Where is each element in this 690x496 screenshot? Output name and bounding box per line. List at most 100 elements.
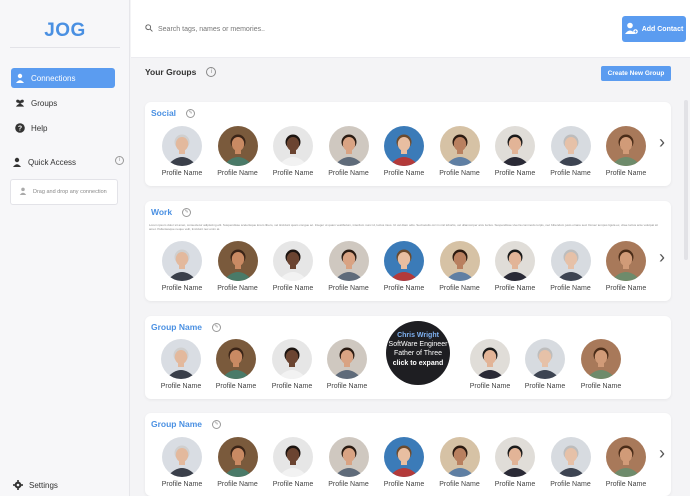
sidebar-item-help[interactable]: ? Help (11, 118, 115, 138)
avatar[interactable] (217, 241, 258, 281)
profile-card[interactable]: Profile Name (156, 241, 208, 292)
avatar[interactable] (550, 241, 591, 281)
profile-card[interactable]: Profile Name (212, 437, 264, 488)
avatar[interactable] (606, 241, 646, 281)
sidebar-item-connections[interactable]: Connections (11, 68, 115, 88)
quick-access-dropzone[interactable]: Drag and drop any connection (10, 179, 118, 205)
settings-button[interactable]: Settings (13, 480, 58, 490)
avatar[interactable] (162, 126, 202, 166)
avatar[interactable] (273, 437, 313, 477)
avatar[interactable] (470, 339, 510, 379)
avatar[interactable] (606, 126, 646, 166)
profile-card[interactable]: Profile Name (267, 437, 319, 488)
app-logo[interactable]: JOG (0, 20, 130, 42)
profile-card[interactable]: Profile Name (600, 126, 652, 177)
profile-card[interactable]: Profile Name (489, 126, 541, 177)
profile-card[interactable]: Profile Name (434, 241, 486, 292)
avatar[interactable] (272, 339, 312, 379)
profile-card[interactable]: Profile Name (434, 437, 486, 488)
profile-card[interactable]: Profile Name (545, 241, 597, 292)
profile-name: Profile Name (217, 285, 258, 292)
edit-icon[interactable]: ✎ (212, 322, 222, 332)
avatar[interactable] (161, 339, 201, 379)
avatar[interactable] (439, 437, 480, 477)
avatar[interactable] (581, 339, 621, 379)
profile-name: Profile Name (272, 481, 314, 488)
profile-card[interactable]: Profile Name (323, 241, 375, 292)
avatar[interactable] (439, 126, 480, 166)
profile-card[interactable]: Profile Name (267, 126, 319, 177)
edit-icon[interactable]: ✎ (186, 108, 196, 118)
avatar[interactable] (162, 437, 202, 477)
avatar[interactable] (328, 126, 369, 166)
users-icon (15, 98, 25, 108)
profile-card[interactable]: Profile Name (323, 126, 375, 177)
profile-card[interactable]: Profile Name (600, 437, 652, 488)
profile-card[interactable]: Profile Name (519, 339, 571, 390)
profile-card[interactable]: Profile Name (210, 339, 262, 390)
profile-card[interactable]: Profile Name (323, 437, 375, 488)
avatar[interactable] (439, 241, 480, 281)
add-contact-button[interactable]: Add Contact (622, 16, 686, 42)
profile-card[interactable]: Profile Name (545, 437, 597, 488)
profile-card[interactable]: Profile Name (378, 241, 430, 292)
profile-card[interactable]: Profile Name (156, 126, 208, 177)
profile-name: Profile Name (383, 170, 425, 177)
profile-card[interactable]: Profile Name (489, 241, 541, 292)
profile-card[interactable]: Profile Name (212, 241, 264, 292)
avatar[interactable] (328, 241, 369, 281)
group-title-text: Group Name (151, 322, 203, 332)
profile-card[interactable]: Profile Name (575, 339, 627, 390)
profile-name: Profile Name (272, 285, 314, 292)
sidebar-item-groups[interactable]: Groups (11, 93, 115, 113)
profile-card[interactable]: Profile Name (378, 126, 430, 177)
drag-icon (19, 187, 27, 197)
avatar[interactable] (495, 126, 535, 166)
create-new-group-button[interactable]: Create New Group (601, 66, 671, 81)
profile-card[interactable]: Profile Name (545, 126, 597, 177)
profile-card[interactable]: Profile Name (489, 437, 541, 488)
search-input[interactable]: Search tags, names or memories.. (145, 24, 265, 34)
profile-name: Profile Name (439, 285, 480, 292)
avatar[interactable] (273, 126, 313, 166)
profile-card[interactable]: Profile Name (378, 437, 430, 488)
avatar[interactable] (495, 437, 535, 477)
profile-card[interactable]: Profile Name (600, 241, 652, 292)
profile-card[interactable]: Profile Name (212, 126, 264, 177)
quick-access-icon (12, 157, 22, 167)
avatar[interactable] (495, 241, 535, 281)
profile-name: Profile Name (439, 170, 480, 177)
chevron-right-icon[interactable]: › (659, 443, 665, 464)
avatar[interactable] (273, 241, 313, 281)
chevron-right-icon[interactable]: › (659, 132, 665, 153)
edit-icon[interactable]: ✎ (212, 419, 222, 429)
avatar[interactable] (217, 437, 258, 477)
info-icon[interactable]: i (206, 67, 217, 77)
avatar[interactable] (162, 241, 202, 281)
avatar[interactable] (384, 126, 424, 166)
profile-hover-card[interactable]: Chris Wright SoftWare Engineer Father of T… (386, 321, 450, 385)
avatar[interactable] (216, 339, 256, 379)
profile-card[interactable]: Profile Name (464, 339, 516, 390)
group-card-social: Social ✎ Profile Name Profile Name Profile … (145, 102, 671, 186)
avatar[interactable] (328, 437, 369, 477)
avatar[interactable] (525, 339, 565, 379)
avatar[interactable] (384, 437, 424, 477)
info-icon[interactable]: i (115, 156, 124, 165)
avatar[interactable] (606, 437, 646, 477)
avatar[interactable] (550, 437, 591, 477)
scrollbar[interactable] (684, 100, 688, 260)
edit-icon[interactable]: ✎ (182, 207, 192, 217)
profile-card[interactable]: Profile Name (267, 241, 319, 292)
profile-card[interactable]: Profile Name (266, 339, 318, 390)
profile-card[interactable]: Profile Name (434, 126, 486, 177)
avatar[interactable] (217, 126, 258, 166)
avatar[interactable] (384, 241, 424, 281)
profile-card[interactable]: Profile Name (156, 437, 208, 488)
avatar[interactable] (550, 126, 591, 166)
chevron-right-icon[interactable]: › (659, 247, 665, 268)
profile-card[interactable]: Profile Name (321, 339, 373, 390)
profile-card[interactable]: Profile Name (155, 339, 207, 390)
avatar[interactable] (327, 339, 367, 379)
settings-icon (13, 480, 23, 490)
